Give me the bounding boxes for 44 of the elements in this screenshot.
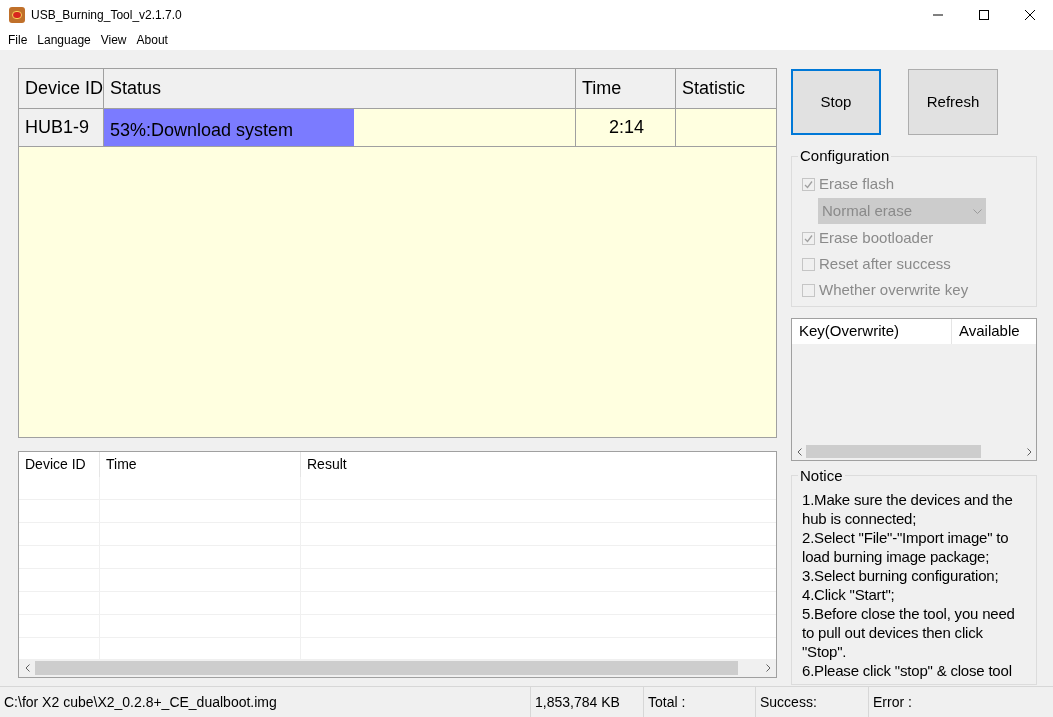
column-header[interactable]: Time xyxy=(106,454,137,475)
notice-text: 5.Before close the tool, you need to pull out devices then click "Stop". xyxy=(802,604,1016,661)
checkbox-label: Whether overwrite key xyxy=(819,279,969,300)
scroll-right-icon[interactable] xyxy=(1026,447,1032,456)
scroll-right-icon[interactable] xyxy=(765,664,771,672)
horizontal-scrollbar[interactable] xyxy=(19,659,776,677)
column-header[interactable]: Available xyxy=(959,320,1020,343)
scroll-left-icon[interactable] xyxy=(24,664,30,672)
column-header[interactable]: Device ID xyxy=(25,75,103,102)
notice-text: 4.Click "Start"; xyxy=(802,585,896,604)
column-header[interactable]: Statistic xyxy=(682,75,746,102)
status-text: 1,853,784 KB xyxy=(535,692,620,712)
column-header[interactable]: Time xyxy=(582,75,622,102)
checkbox-label: Reset after success xyxy=(819,253,951,274)
status-text: 53%:Download system xyxy=(110,119,294,142)
checkbox-label: Erase flash xyxy=(819,173,895,194)
column-header[interactable]: Result xyxy=(307,454,347,475)
scroll-left-icon[interactable] xyxy=(796,447,802,456)
column-header[interactable]: Device ID xyxy=(25,454,86,475)
action-button[interactable]: Refresh xyxy=(908,69,998,135)
status-text: Error : xyxy=(873,692,912,712)
table-cell-text: HUB1-9 xyxy=(25,116,90,139)
column-header[interactable]: Status xyxy=(110,75,162,102)
chevron-down-icon xyxy=(973,208,982,214)
menu-item[interactable]: About xyxy=(131,31,173,49)
table-cell-text: 2:14 xyxy=(608,116,644,139)
action-button[interactable]: Stop xyxy=(791,69,881,135)
window-title: USB_Burning_Tool_v2.1.7.0 xyxy=(31,7,182,24)
notice-text: 3.Select burning configuration; xyxy=(802,566,1000,585)
notice-text: 1.Make sure the devices and the hub is connected; xyxy=(802,490,1014,528)
menu-item[interactable]: View xyxy=(95,31,132,49)
notice-text: 2.Select "File"-"Import image" to load burning image package; xyxy=(802,528,1010,566)
notice-text: 6.Please click "stop" & close tool xyxy=(802,661,1013,680)
status-text: Success: xyxy=(760,692,817,712)
menu-item[interactable]: File xyxy=(3,31,33,49)
group-title: Configuration xyxy=(798,147,892,165)
menu-item[interactable]: Language xyxy=(32,31,96,49)
checkbox-label: Erase bootloader xyxy=(819,227,934,248)
status-text: Total : xyxy=(648,692,686,712)
maximize-icon[interactable] xyxy=(979,10,989,20)
status-text: C:\for X2 cube\X2_0.2.8+_CE_dualboot.img xyxy=(4,692,277,712)
close-icon[interactable] xyxy=(1025,10,1035,20)
column-header[interactable]: Key(Overwrite) xyxy=(799,320,899,343)
app-icon xyxy=(9,7,25,23)
